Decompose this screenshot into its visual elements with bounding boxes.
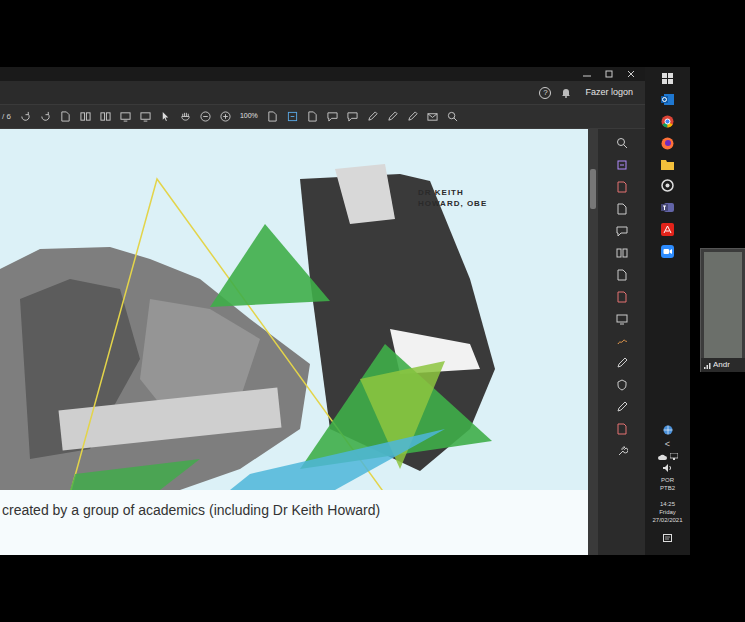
rotate-icon[interactable] [40, 111, 51, 122]
rotate-icon[interactable] [20, 111, 31, 122]
doc-tool-icon[interactable] [616, 181, 628, 193]
pen-icon[interactable] [367, 111, 378, 122]
doc-tool-icon[interactable] [616, 291, 628, 303]
hand-icon[interactable] [180, 111, 191, 122]
sign-in-button[interactable]: Fazer logon [581, 86, 637, 100]
teams-icon[interactable] [661, 201, 674, 214]
clock[interactable]: 14:25 Friday 27/02/2021 [652, 500, 682, 524]
cloud-icon[interactable] [658, 454, 667, 460]
search-tool-icon[interactable] [616, 137, 628, 149]
tray-expand-button[interactable]: < [665, 439, 670, 449]
slide-caption-band: created by a group of academics (includi… [0, 490, 598, 555]
menu-bar: ? Fazer logon [0, 81, 645, 105]
name-label: DR KEITH HOWARD, OBE [418, 187, 487, 209]
signal-icon [704, 362, 711, 369]
windows-start-icon[interactable] [662, 73, 673, 84]
video-frame [704, 252, 742, 358]
pen-tool-icon[interactable] [616, 401, 628, 413]
search-icon[interactable] [447, 111, 458, 122]
pages-tool-icon[interactable] [616, 247, 628, 259]
folder-icon[interactable] [661, 159, 674, 170]
comment-tool-icon[interactable] [616, 225, 628, 237]
pages-icon[interactable] [100, 111, 111, 122]
globe-icon[interactable] [663, 425, 673, 435]
comment-icon[interactable] [327, 111, 338, 122]
minus-icon[interactable] [200, 111, 211, 122]
page-icon[interactable] [60, 111, 71, 122]
taskbar: < POR PTB2 14:25 Friday 27/02/2021 [645, 67, 690, 555]
chrome-icon[interactable] [661, 115, 674, 128]
page-icon[interactable] [307, 111, 318, 122]
slide-collage [0, 129, 598, 490]
acrobat-icon[interactable] [661, 223, 674, 236]
wrench-tool-icon[interactable] [616, 445, 628, 457]
firefox-icon[interactable] [661, 137, 674, 150]
minimize-icon[interactable] [583, 70, 591, 78]
tools-panel [598, 129, 645, 555]
network-icon[interactable] [670, 453, 678, 460]
screen-tool-icon[interactable] [616, 313, 628, 325]
arrow-icon[interactable] [160, 111, 171, 122]
slide-caption: created by a group of academics (includi… [2, 502, 380, 518]
speaker-icon[interactable] [663, 464, 672, 472]
screen-icon[interactable] [120, 111, 131, 122]
comment-icon[interactable] [347, 111, 358, 122]
pen-icon[interactable] [407, 111, 418, 122]
plus-icon[interactable] [220, 111, 231, 122]
notification-icon[interactable] [663, 534, 672, 543]
close-icon[interactable] [627, 70, 635, 78]
slide: DR KEITH HOWARD, OBE created by a group … [0, 129, 598, 555]
page-tool-icon[interactable] [616, 269, 628, 281]
video-tile: Andr [700, 248, 745, 372]
mail-icon[interactable] [427, 111, 438, 122]
zoom-level[interactable]: 100% [240, 111, 258, 122]
pages-icon[interactable] [80, 111, 91, 122]
screen-icon[interactable] [140, 111, 151, 122]
page-count: / 6 [2, 111, 11, 123]
box-tool-icon[interactable] [616, 159, 628, 171]
title-bar [0, 67, 645, 81]
shield-tool-icon[interactable] [616, 379, 628, 391]
participant-name: Andr [713, 359, 730, 371]
help-button[interactable]: ? [539, 87, 551, 99]
pdf-viewer-window: ? Fazer logon / 6 100% [0, 67, 645, 555]
keith-howard-photo [300, 174, 495, 471]
pen-icon[interactable] [387, 111, 398, 122]
bell-icon[interactable] [561, 87, 571, 98]
page-icon[interactable] [267, 111, 278, 122]
sign-tool-icon[interactable] [616, 335, 628, 347]
fit-icon[interactable] [287, 111, 298, 122]
zoom-icon[interactable] [661, 245, 674, 258]
scrollbar[interactable] [588, 129, 598, 555]
outlook-icon[interactable] [661, 93, 674, 106]
page-tool-icon[interactable] [616, 203, 628, 215]
language-indicator[interactable]: POR PTB2 [660, 476, 675, 492]
doc-tool-icon[interactable] [616, 423, 628, 435]
pen-tool-icon[interactable] [616, 357, 628, 369]
maximize-icon[interactable] [605, 70, 613, 78]
app-icon[interactable] [661, 179, 674, 192]
toolbar: / 6 100% [0, 105, 645, 129]
